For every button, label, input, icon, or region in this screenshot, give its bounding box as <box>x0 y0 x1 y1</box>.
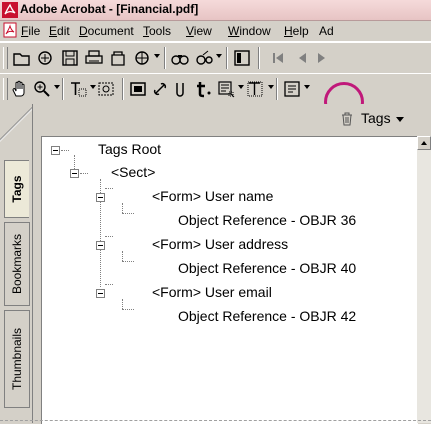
tree-connector <box>122 309 134 310</box>
trash-icon[interactable] <box>341 112 353 126</box>
tags-panel: Tags Tags Root <Sect> <Form> User name O… <box>33 104 431 424</box>
select-text-icon[interactable] <box>68 79 88 99</box>
tree-node-form[interactable]: <Form> User address <box>152 235 288 253</box>
chevron-down-icon[interactable] <box>216 54 222 58</box>
tree-node-form[interactable]: <Form> User name <box>152 187 273 205</box>
toolbar-separator <box>164 47 166 69</box>
toolbar-grip[interactable] <box>3 78 8 100</box>
acrobat-icon <box>2 2 18 18</box>
title-bar: Adobe Acrobat - [Financial.pdf] <box>0 0 431 21</box>
tree-connector <box>74 155 75 169</box>
tree-node-tags-root[interactable]: Tags Root <box>98 140 161 158</box>
chevron-down-icon[interactable] <box>304 85 310 89</box>
toolbar-separator <box>226 47 228 69</box>
touchup-text-icon[interactable] <box>194 79 214 99</box>
tree-connector <box>122 261 134 262</box>
tree-connector <box>80 173 88 174</box>
menu-tools[interactable]: Tools <box>143 24 171 38</box>
menu-bar: File Edit Document Tools View Window Hel… <box>0 21 431 42</box>
open-icon[interactable] <box>12 48 32 68</box>
window-bottom-edge <box>0 420 431 421</box>
pane-corner <box>0 104 32 144</box>
tree-connector <box>105 284 113 285</box>
tree-node-object-reference[interactable]: Object Reference - OBJR 42 <box>178 307 356 325</box>
tree-connector <box>122 299 123 309</box>
article-tool-icon[interactable] <box>172 79 192 99</box>
next-page-icon[interactable] <box>312 48 332 68</box>
navigation-pane-icon[interactable] <box>232 48 252 68</box>
toolbar-separator <box>276 78 278 100</box>
panel-header: Tags <box>33 104 431 132</box>
first-page-icon[interactable] <box>268 48 288 68</box>
file-toolbar <box>0 42 431 74</box>
menu-window[interactable]: Window <box>228 24 271 38</box>
print-icon[interactable] <box>84 48 104 68</box>
touchup-object-icon[interactable] <box>246 79 266 99</box>
chevron-down-icon[interactable] <box>54 85 60 89</box>
menu-edit[interactable]: Edit <box>49 24 70 38</box>
tree-connector <box>122 251 123 261</box>
organizer-icon[interactable] <box>36 48 56 68</box>
menu-document[interactable]: Document <box>79 24 134 38</box>
email-icon[interactable] <box>108 48 128 68</box>
previous-page-icon[interactable] <box>292 48 312 68</box>
tab-thumbnails[interactable]: Thumbnails <box>4 310 30 408</box>
tree-node-sect[interactable]: <Sect> <box>111 163 155 181</box>
search-icon[interactable] <box>194 48 214 68</box>
hand-tool-icon[interactable] <box>10 79 30 99</box>
scroll-up-button[interactable] <box>417 136 431 150</box>
document-icon[interactable] <box>2 22 18 38</box>
save-icon[interactable] <box>60 48 80 68</box>
search-web-icon[interactable] <box>132 48 152 68</box>
tree-connector <box>105 236 113 237</box>
form-tool-icon[interactable] <box>282 79 302 99</box>
link-tool-icon[interactable] <box>150 79 170 99</box>
collapse-toggle[interactable] <box>96 241 105 250</box>
toolbar-separator <box>62 78 64 100</box>
binoculars-icon[interactable] <box>170 48 190 68</box>
movie-tool-icon[interactable] <box>128 79 148 99</box>
tree-connector <box>122 203 123 213</box>
tree-connector <box>105 188 113 189</box>
snapshot-icon[interactable] <box>96 79 116 99</box>
chevron-down-icon[interactable] <box>154 54 160 58</box>
toolbar-grip[interactable] <box>3 47 8 69</box>
vertical-scrollbar[interactable] <box>417 136 431 423</box>
toolbar-separator <box>258 47 260 69</box>
tab-bookmarks[interactable]: Bookmarks <box>4 222 30 306</box>
menu-view[interactable]: View <box>186 24 212 38</box>
collapse-toggle[interactable] <box>51 146 60 155</box>
chevron-down-icon <box>395 116 404 122</box>
chevron-down-icon[interactable] <box>238 85 244 89</box>
touchup-reading-order-icon[interactable] <box>216 79 236 99</box>
toolbar-separator <box>122 78 124 100</box>
chevron-down-icon[interactable] <box>268 85 274 89</box>
tree-node-object-reference[interactable]: Object Reference - OBJR 36 <box>178 211 356 229</box>
menu-help[interactable]: Help <box>284 24 309 38</box>
navigation-tabs: Tags Bookmarks Thumbnails <box>0 104 33 423</box>
tree-connector <box>61 150 69 151</box>
collapse-toggle[interactable] <box>96 193 105 202</box>
tree-connector <box>122 213 134 214</box>
tab-tags[interactable]: Tags <box>4 160 29 218</box>
menu-file[interactable]: File <box>21 24 40 38</box>
tags-options-menu[interactable]: Tags <box>361 110 404 126</box>
collapse-toggle[interactable] <box>70 169 79 178</box>
tree-node-form[interactable]: <Form> User email <box>152 283 272 301</box>
tags-tree: Tags Root <Sect> <Form> User name Object… <box>41 136 418 424</box>
zoom-in-icon[interactable] <box>32 79 52 99</box>
menu-advanced[interactable]: Ad <box>319 24 334 38</box>
window-title: Adobe Acrobat - [Financial.pdf] <box>20 2 199 16</box>
tree-node-object-reference[interactable]: Object Reference - OBJR 40 <box>178 259 356 277</box>
collapse-toggle[interactable] <box>96 289 105 298</box>
basic-toolbar <box>0 73 431 105</box>
